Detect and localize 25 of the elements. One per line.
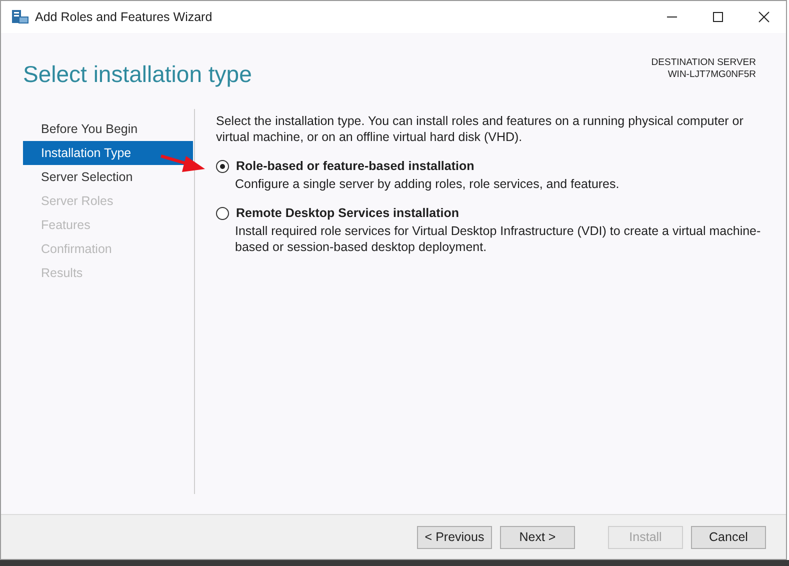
option-description: Configure a single server by adding roles, role services, and features. <box>234 176 620 192</box>
option-label[interactable]: Role-based or feature-based installation <box>236 159 474 173</box>
window-title: Add Roles and Features Wizard <box>35 10 212 24</box>
maximize-icon[interactable] <box>712 11 724 23</box>
wizard-step[interactable]: Server Selection <box>23 165 194 189</box>
wizard-button[interactable]: Next > <box>500 526 575 548</box>
wizard-step: Server Roles <box>23 189 194 213</box>
pointer-arrow-drawing <box>160 153 206 175</box>
wizard-step[interactable]: Installation Type <box>23 141 193 165</box>
close-icon[interactable] <box>758 11 770 23</box>
radio-button[interactable] <box>216 160 229 172</box>
wizard-step: Features <box>23 213 194 237</box>
intro-text: Select the installation type. You can install roles and features on a running physical computer or virtual machine, or on an offline virtual hard disk (VHD). <box>216 113 744 145</box>
option-description: Install required role services for Virtual Desktop Infrastructure (VDI) to create a virtual machine-based or session-based desktop deployment. <box>234 223 762 255</box>
option-label[interactable]: Remote Desktop Services installation <box>236 206 459 220</box>
wizard-button[interactable]: < Previous <box>417 526 492 548</box>
wizard-button[interactable]: Cancel <box>691 526 766 548</box>
wizard-step: Confirmation <box>23 237 194 261</box>
server-icon <box>11 9 29 25</box>
wizard-step[interactable]: Before You Begin <box>23 117 194 141</box>
radio-button[interactable] <box>216 206 229 220</box>
destination-server: WIN-LJT7MG0NF5R <box>668 69 756 81</box>
wizard-step: Results <box>23 261 194 285</box>
page-title: Select installation type <box>23 61 252 89</box>
destination-label: DESTINATION SERVER <box>651 57 756 69</box>
